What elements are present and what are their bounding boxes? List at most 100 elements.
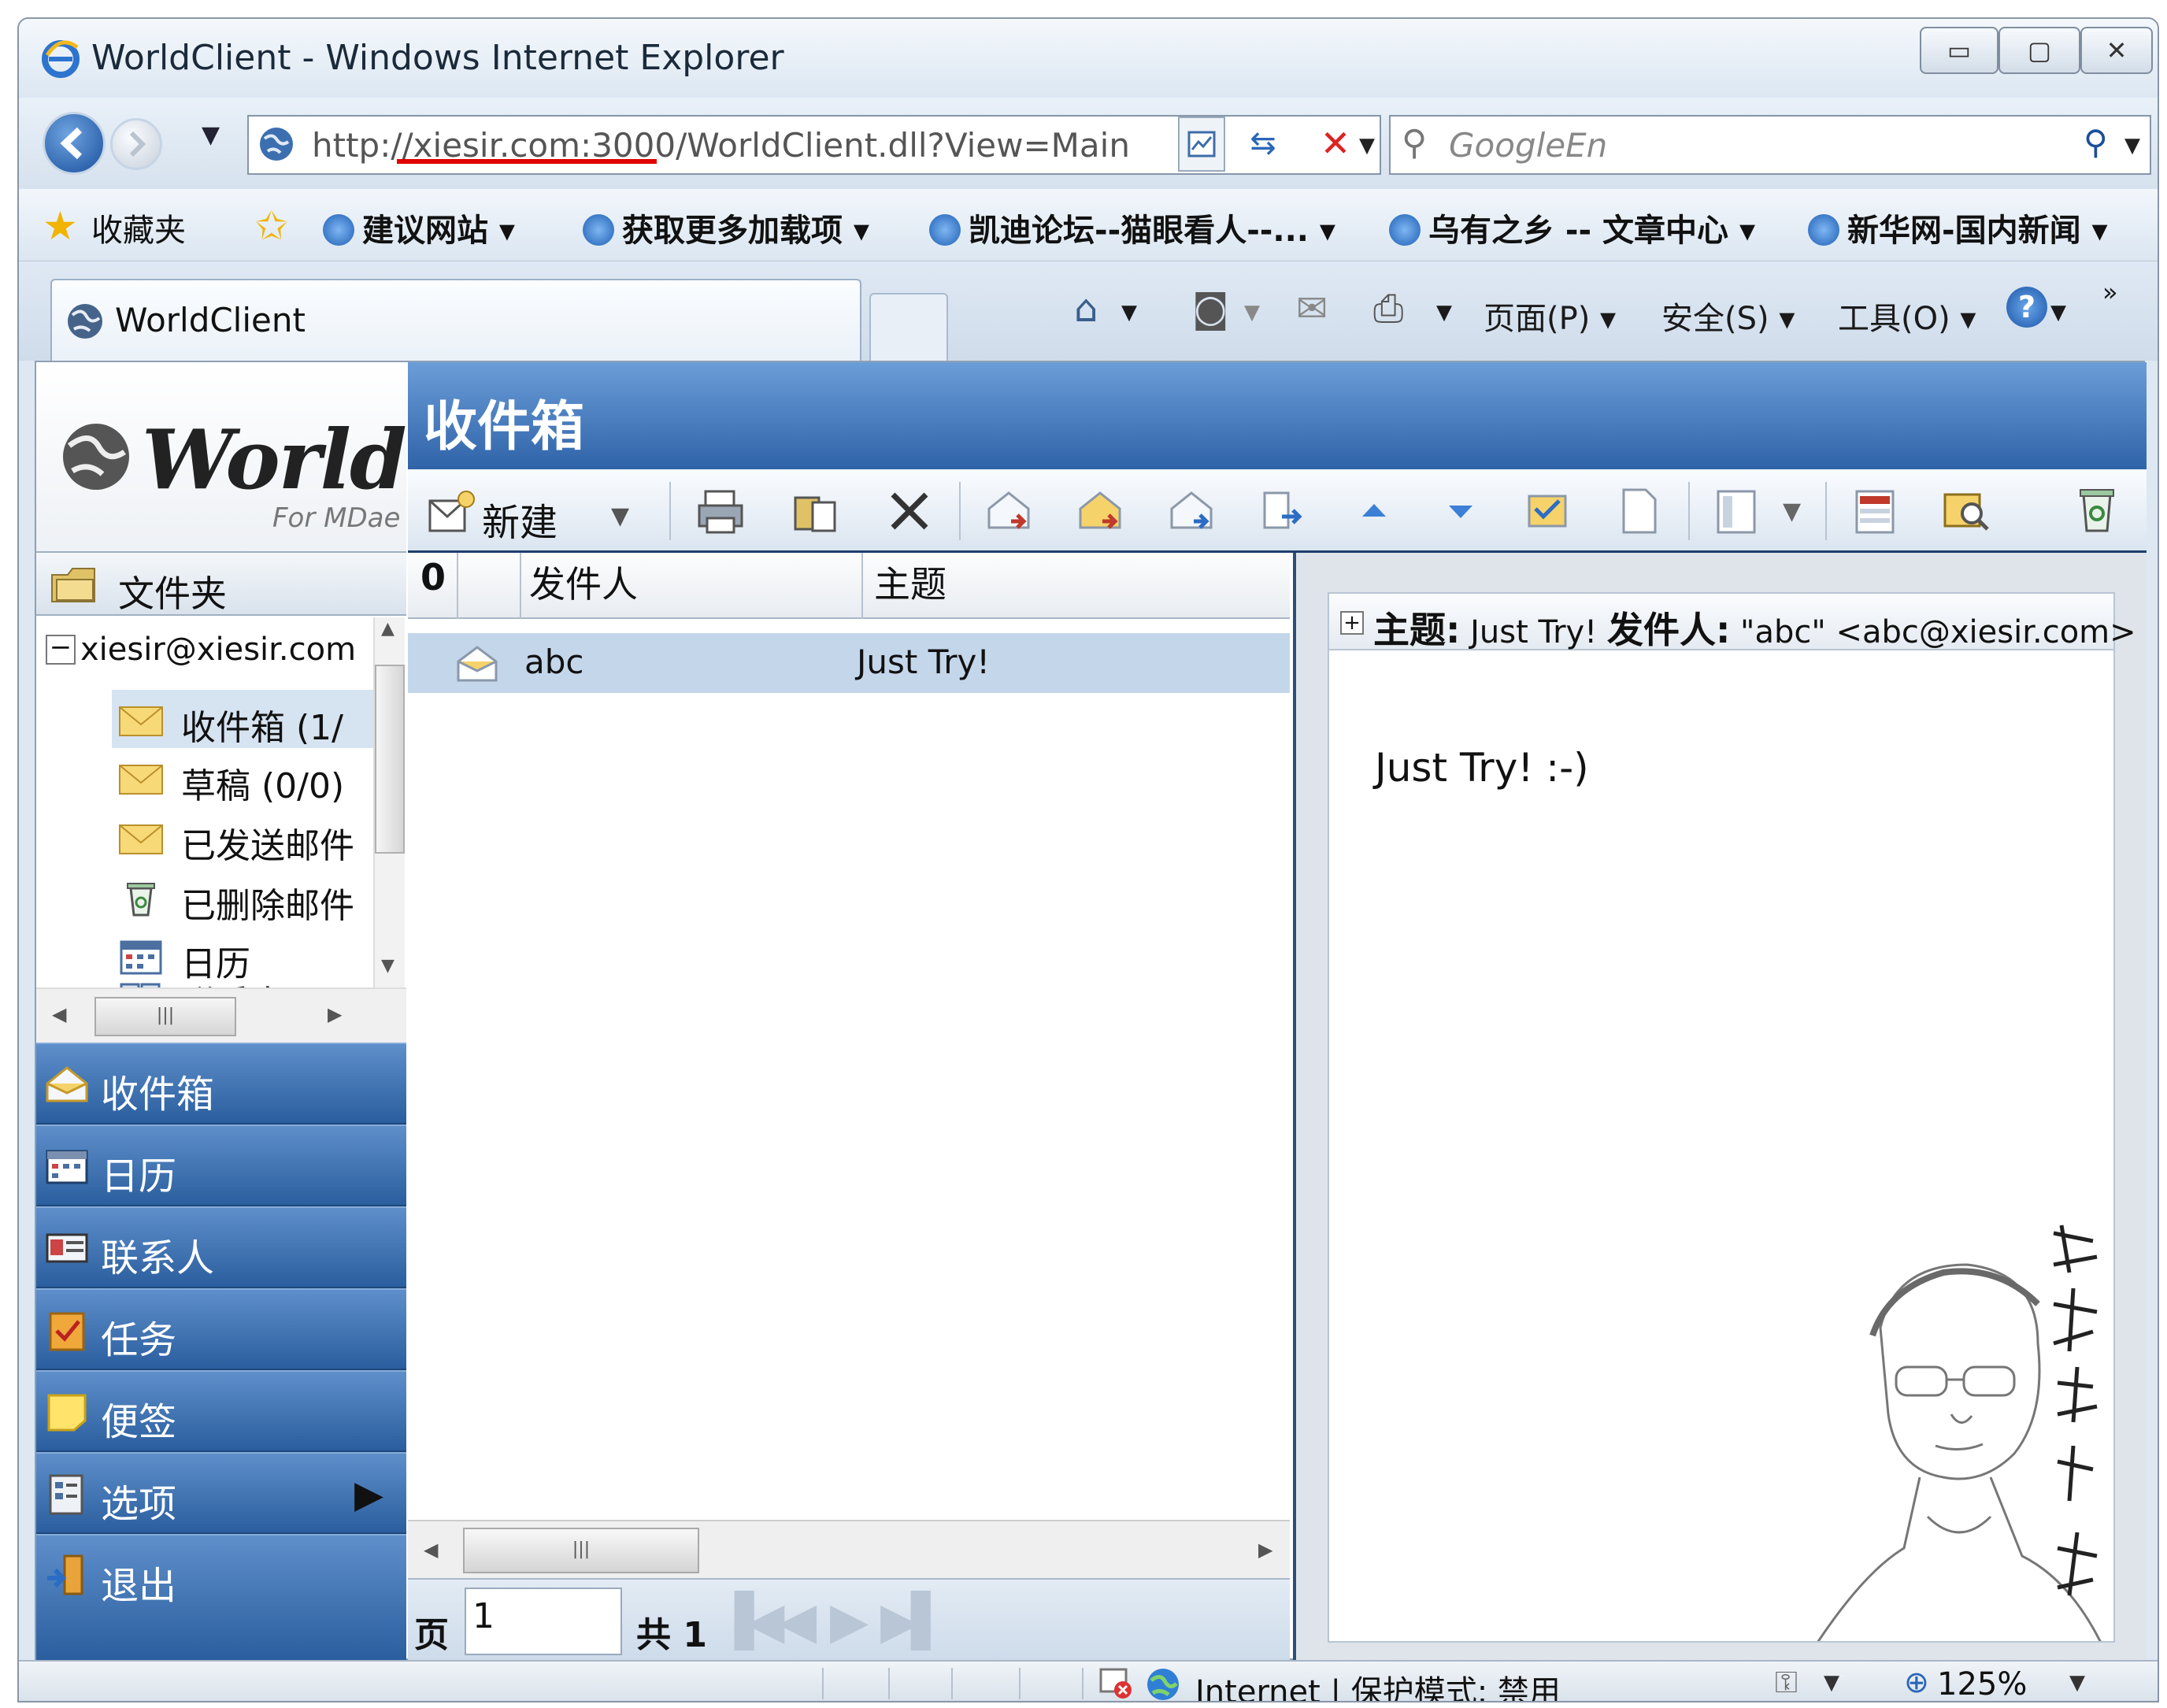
layout-icon[interactable] [1710,485,1762,537]
search-box[interactable]: ⚲ GoogleEn ⚲ ▼ [1389,115,2151,175]
folder-deleted[interactable]: 已删除邮件 [118,871,370,926]
fav-link-addons[interactable]: 获取更多加载项 ▾ [583,205,869,250]
search-go-icon[interactable]: ⚲ [2084,123,2108,161]
folder-inbox[interactable]: 收件箱 (1/ [118,693,370,748]
nav-notes-button[interactable]: 便签 [36,1370,406,1452]
envelope-icon [119,824,163,854]
nav-calendar-button[interactable]: 日历 [36,1124,406,1206]
home-icon[interactable]: ⌂ [1074,287,1098,331]
search-dropdown-icon[interactable]: ▼ [2124,134,2140,157]
nav-tasks-button[interactable]: 任务 [36,1288,406,1370]
forward-attachment-icon[interactable] [1257,485,1309,537]
forward-button[interactable] [110,118,162,170]
previous-page-icon[interactable]: ◀ [778,1592,817,1651]
add-favorite-icon[interactable]: ✩ [255,203,288,249]
compatibility-view-button[interactable] [1178,117,1225,172]
security-zone-text[interactable]: Internet | 保护模式: 禁用 [1195,1666,1561,1701]
scroll-right-icon[interactable]: ▶ [1258,1539,1272,1561]
favorites-star-icon[interactable]: ★ [43,203,78,249]
folder-tree-horizontal-scrollbar[interactable]: ◀ ||| ▶ [36,987,406,1043]
search-mail-icon[interactable] [1940,485,1992,537]
nav-inbox-button[interactable]: 收件箱 [36,1043,406,1124]
page-menu[interactable]: 页面(P) ▾ [1484,293,1616,339]
layout-dropdown-icon[interactable]: ▼ [1783,498,1801,525]
recent-pages-dropdown-icon[interactable]: ▼ [202,121,220,149]
folder-sent[interactable]: 已发送邮件 [118,811,370,866]
mark-read-icon[interactable] [1521,485,1573,537]
privacy-icon[interactable]: ⚿ [1775,1665,1798,1700]
feeds-icon[interactable]: ◙ [1192,287,1229,331]
expand-header-icon[interactable]: + [1340,611,1364,635]
fav-link-suggested-sites[interactable]: 建议网站 ▾ [323,205,515,250]
scroll-up-icon[interactable]: ▲ [381,619,395,639]
zoom-icon[interactable]: ⊕ [1904,1665,1929,1699]
forward-message-icon[interactable] [1165,485,1217,537]
column-attachment[interactable]: 0 [408,553,458,619]
search-placeholder[interactable]: GoogleEn [1449,126,1607,165]
new-message-button[interactable]: 新建 ▼ [425,484,654,545]
reply-icon[interactable] [983,485,1035,537]
column-status[interactable] [458,553,521,619]
reply-all-icon[interactable] [1074,485,1126,537]
message-list-horizontal-scrollbar[interactable]: ◀ ||| ▶ [408,1520,1290,1578]
help-dropdown-icon[interactable]: ▼ [2050,301,2066,324]
popup-blocked-icon[interactable] [1098,1666,1134,1701]
refresh-button[interactable]: ⇆ [1232,115,1295,175]
column-subject[interactable]: 主题 [863,553,1290,619]
more-commands-chevron-icon[interactable]: » [2102,277,2118,307]
close-button[interactable]: ✕ [2080,27,2153,74]
column-from[interactable]: 发件人 [521,553,863,619]
back-button[interactable] [43,112,106,175]
tools-menu[interactable]: 工具(O) ▾ [1838,293,1976,339]
scrollbar-thumb[interactable]: ||| [94,997,236,1036]
move-to-folder-icon[interactable] [789,485,841,537]
account-node[interactable]: xiesir@xiesir.com [80,632,356,668]
scroll-right-icon[interactable]: ▶ [328,1003,342,1025]
nav-contacts-button[interactable]: 联系人 [36,1206,406,1288]
last-page-icon[interactable]: ▶▌ [880,1592,950,1651]
favorites-button[interactable]: 收藏夹 [91,205,186,250]
print-icon[interactable] [695,485,746,537]
view-source-icon[interactable] [1613,485,1665,537]
home-dropdown-icon[interactable]: ▼ [1121,301,1137,324]
maximize-button[interactable]: ▢ [1998,27,2080,74]
columns-icon[interactable] [1849,485,1901,537]
previous-message-icon[interactable] [1348,485,1400,537]
tab-worldclient[interactable]: WorldClient [50,279,861,361]
help-icon[interactable]: ? [2006,287,2047,328]
fav-link-xinhua[interactable]: 新华网-国内新闻 ▾ [1808,205,2108,250]
fav-link-kdnet[interactable]: 凯迪论坛--猫眼看人--... ▾ [929,205,1335,250]
folder-contacts[interactable]: 联系人 [118,969,370,987]
safety-menu[interactable]: 安全(S) ▾ [1661,293,1795,339]
new-tab-button[interactable] [869,293,948,361]
scroll-left-icon[interactable]: ◀ [424,1539,438,1561]
stop-button[interactable]: ✕ [1304,115,1367,175]
collapse-toggle-icon[interactable]: − [46,634,76,665]
empty-trash-icon[interactable] [2071,485,2123,537]
nav-options-button[interactable]: 选项 ▶ [36,1452,406,1534]
internet-zone-globe-icon[interactable] [1145,1666,1181,1702]
print-icon[interactable]: ⎙ [1373,287,1403,332]
new-dropdown-icon[interactable]: ▼ [611,502,629,530]
delete-icon[interactable] [883,485,935,537]
print-dropdown-icon[interactable]: ▼ [1436,301,1452,324]
zoom-dropdown-icon[interactable]: ▼ [2069,1671,2085,1695]
privacy-dropdown-icon[interactable]: ▼ [1824,1671,1839,1695]
message-row[interactable]: abc Just Try! [408,633,1290,693]
feeds-dropdown-icon[interactable]: ▼ [1244,301,1260,324]
scrollbar-thumb[interactable]: ||| [463,1528,699,1573]
zoom-level[interactable]: 125% [1937,1666,2027,1701]
next-message-icon[interactable] [1435,485,1487,537]
fav-link-wyzxsx[interactable]: 乌有之乡 -- 文章中心 ▾ [1389,205,1755,250]
minimize-button[interactable]: ▭ [1920,27,1998,74]
scrollbar-thumb[interactable] [375,665,405,854]
scroll-left-icon[interactable]: ◀ [52,1003,66,1025]
folder-tree-vertical-scrollbar[interactable]: ▲ ▼ [373,617,405,987]
nav-logout-button[interactable]: 退出 [36,1534,406,1662]
page-number-input[interactable]: 1 [465,1588,622,1655]
next-page-icon[interactable]: ▶ [830,1592,869,1651]
read-mail-icon[interactable]: ✉ [1296,287,1328,331]
first-page-icon[interactable]: ▐◀ [715,1592,784,1651]
folder-drafts[interactable]: 草稿 (0/0) [118,751,370,806]
scroll-down-icon[interactable]: ▼ [381,956,395,976]
